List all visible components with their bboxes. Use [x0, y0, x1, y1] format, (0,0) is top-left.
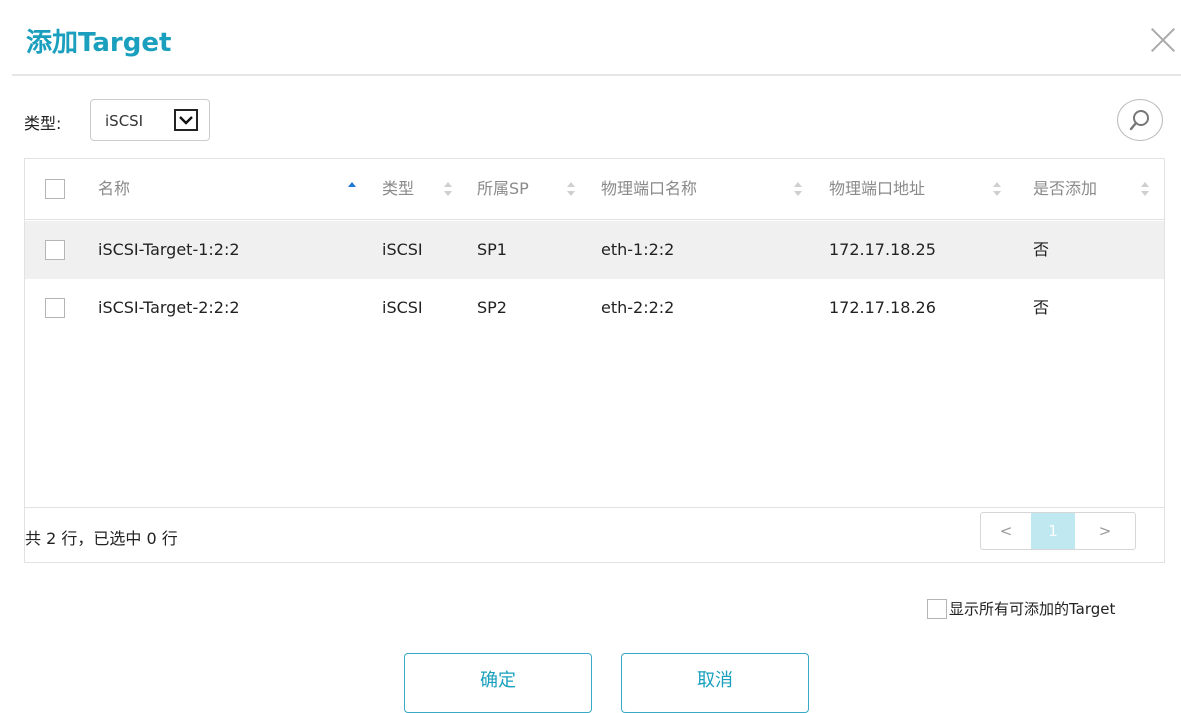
dialog-header: 添加Target — [12, 12, 1181, 76]
type-filter-label: 类型: — [24, 114, 62, 133]
show-all-label: 显示所有可添加的Target — [949, 600, 1116, 618]
select-all-checkbox[interactable] — [45, 179, 65, 199]
cell-sp: SP2 — [477, 298, 507, 317]
column-header-port-address[interactable]: 物理端口地址 — [829, 159, 925, 219]
row-checkbox[interactable] — [45, 240, 65, 260]
column-header-port-name[interactable]: 物理端口名称 — [601, 159, 697, 219]
column-header-type[interactable]: 类型 — [382, 159, 414, 219]
row-count-summary: 共 2 行，已选中 0 行 — [25, 529, 178, 548]
column-header-sp[interactable]: 所属SP — [477, 159, 529, 219]
dialog-title: 添加Target — [26, 28, 172, 58]
cell-added: 否 — [1033, 298, 1050, 317]
search-icon — [1129, 110, 1149, 131]
row-checkbox[interactable] — [45, 298, 65, 318]
column-header-name[interactable]: 名称 — [98, 159, 130, 219]
cell-name: iSCSI-Target-1:2:2 — [98, 240, 240, 259]
sort-icon[interactable] — [1140, 180, 1150, 198]
table-header: 名称 类型 所属SP 物理端口名称 物理端口地址 是否添加 — [25, 159, 1164, 220]
pagination: < 1 > — [980, 512, 1136, 550]
column-header-added[interactable]: 是否添加 — [1033, 159, 1097, 219]
type-select[interactable]: iSCSI — [90, 99, 210, 141]
cell-port-address: 172.17.18.25 — [829, 240, 936, 259]
cell-port-address: 172.17.18.26 — [829, 298, 936, 317]
sort-icon[interactable] — [566, 180, 576, 198]
cell-name: iSCSI-Target-2:2:2 — [98, 298, 240, 317]
confirm-button[interactable]: 确定 — [404, 653, 592, 713]
page-1-button[interactable]: 1 — [1031, 513, 1075, 549]
sort-icon[interactable] — [793, 180, 803, 198]
table-row[interactable]: iSCSI-Target-2:2:2 iSCSI SP2 eth-2:2:2 1… — [25, 279, 1164, 337]
sort-icon[interactable] — [992, 180, 1002, 198]
close-icon[interactable] — [1149, 26, 1177, 54]
next-page-button[interactable]: > — [1075, 513, 1135, 549]
show-all-checkbox[interactable] — [927, 598, 947, 619]
cancel-button[interactable]: 取消 — [621, 653, 809, 713]
target-table: 名称 类型 所属SP 物理端口名称 物理端口地址 是否添加 iSCSI-Targ… — [24, 158, 1165, 563]
add-target-dialog: 添加Target 类型: iSCSI 名称 类型 所属SP 物理端口名称 物理端… — [0, 0, 1181, 713]
table-row[interactable]: iSCSI-Target-1:2:2 iSCSI SP1 eth-1:2:2 1… — [25, 221, 1164, 279]
cell-added: 否 — [1033, 240, 1050, 259]
table-footer: 共 2 行，已选中 0 行 < 1 > — [25, 507, 1164, 563]
cell-type: iSCSI — [382, 298, 423, 317]
search-button[interactable] — [1117, 99, 1163, 141]
cell-port-name: eth-2:2:2 — [601, 298, 675, 317]
cell-type: iSCSI — [382, 240, 423, 259]
cell-sp: SP1 — [477, 240, 507, 259]
sort-asc-icon[interactable] — [347, 180, 357, 198]
sort-icon[interactable] — [443, 180, 453, 198]
type-select-value: iSCSI — [105, 112, 144, 130]
cell-port-name: eth-1:2:2 — [601, 240, 675, 259]
show-all-targets-option[interactable]: 显示所有可添加的Target — [927, 598, 1115, 619]
prev-page-button[interactable]: < — [981, 513, 1031, 549]
chevron-down-icon[interactable] — [174, 109, 198, 131]
